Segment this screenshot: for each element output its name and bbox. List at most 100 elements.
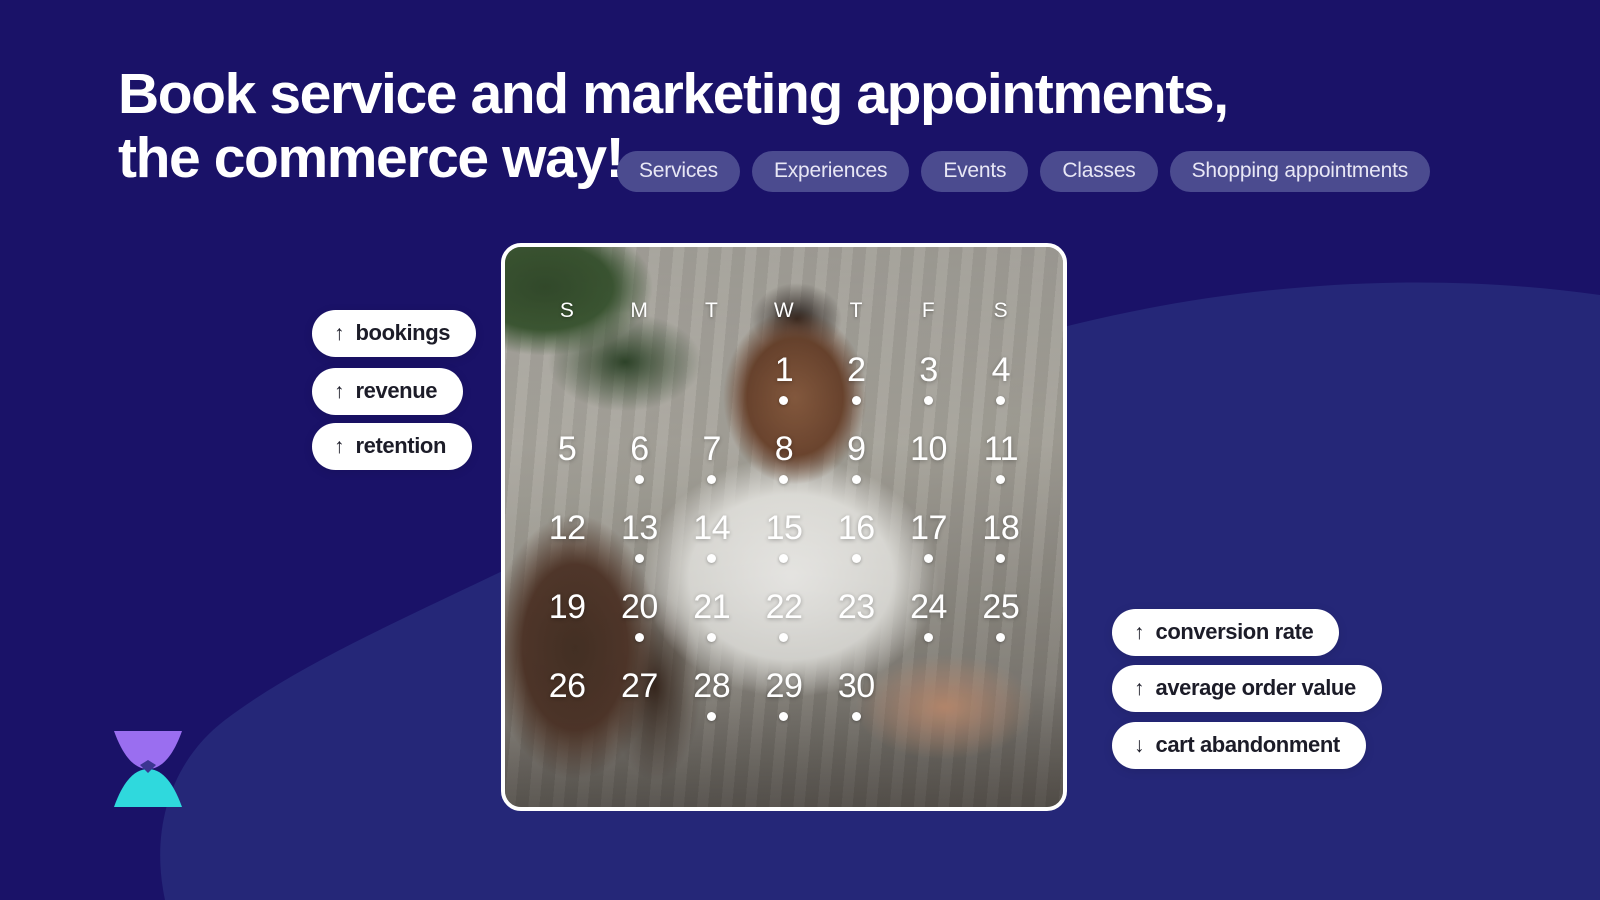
calendar-day-cell[interactable]: 13	[603, 489, 675, 568]
calendar-day-cell[interactable]: 20	[603, 568, 675, 647]
calendar-day-number: 12	[548, 509, 586, 547]
calendar-day-cell[interactable]: 27	[603, 647, 675, 726]
category-pill-experiences[interactable]: Experiences	[751, 151, 910, 192]
metric-label-conversion-rate: conversion rate	[1155, 619, 1314, 644]
calendar-event-dot	[707, 712, 717, 721]
promotional-hero-banner: Book service and marketing appointments,…	[0, 0, 1600, 900]
calendar-day-cell[interactable]: 23	[820, 568, 892, 647]
calendar-photo-card: S M T W T F S 1 2 3 4 5 6 7 8 9 10 11 12 13 14 15 16 17 18 19 20 21…	[501, 243, 1067, 811]
calendar-day-number: 4	[991, 351, 1011, 389]
calendar-day-cell[interactable]: 9	[820, 410, 892, 489]
calendar-day-cell[interactable]: 11	[965, 410, 1037, 489]
calendar-day-number: 6	[630, 430, 649, 468]
calendar-event-dot	[779, 475, 789, 484]
calendar-day-cell[interactable]: 30	[820, 647, 892, 726]
calendar-day-cell[interactable]: 12	[531, 489, 603, 568]
calendar-event-dot	[779, 396, 789, 405]
calendar-day-number: 17	[910, 509, 947, 547]
calendar-grid: S M T W T F S 1 2 3 4 5 6 7 8 9 10 11 12 13 14 15 16 17 18 19 20 21…	[531, 291, 1037, 726]
calendar-weekday-header: F	[921, 299, 936, 322]
category-pill-classes[interactable]: Classes	[1040, 151, 1158, 192]
calendar-day-number: 15	[765, 509, 803, 547]
calendar-day-cell[interactable]: 17	[892, 489, 964, 568]
metric-badge-cart-abandonment: ↓ cart abandonment	[1112, 722, 1366, 769]
calendar-day-cell[interactable]: 29	[748, 647, 820, 726]
calendar-day-number: 13	[621, 509, 658, 547]
hourglass-logo[interactable]	[110, 729, 186, 809]
calendar-day-cell[interactable]: 1	[748, 331, 820, 410]
calendar-event-dot	[779, 554, 789, 563]
calendar-event-dot	[996, 475, 1006, 484]
category-pill-services[interactable]: Services	[617, 151, 740, 192]
calendar-day-cell[interactable]: 7	[676, 410, 748, 489]
calendar-event-dot	[924, 633, 934, 642]
calendar-day-number: 26	[548, 667, 586, 705]
category-pill-shopping-appointments[interactable]: Shopping appointments	[1169, 151, 1431, 192]
metric-label-revenue: revenue	[355, 378, 438, 403]
calendar-event-dot	[634, 554, 644, 563]
calendar-day-cell[interactable]: 2	[820, 331, 892, 410]
calendar-day-cell[interactable]: 26	[531, 647, 603, 726]
calendar-weekday-header: S	[993, 299, 1009, 322]
calendar-weekday-header: S	[559, 299, 575, 322]
calendar-day-number: 23	[837, 588, 875, 626]
calendar-event-dot	[707, 633, 717, 642]
calendar-day-number: 27	[621, 667, 658, 705]
calendar-day-number: 10	[910, 430, 947, 468]
arrow-up-icon: ↑	[334, 434, 345, 458]
calendar-day-number: 25	[982, 588, 1020, 626]
calendar-event-dot	[851, 396, 861, 405]
calendar-day-number: 8	[774, 430, 794, 468]
metric-label-average-order-value: average order value	[1155, 675, 1357, 700]
calendar-weekday-header: T	[849, 299, 863, 322]
calendar-event-dot	[707, 475, 717, 484]
calendar-event-dot	[996, 396, 1006, 405]
calendar-day-number: 14	[693, 509, 731, 547]
calendar-weekday-header: W	[773, 299, 795, 322]
metric-badge-average-order-value: ↑ average order value	[1112, 665, 1382, 712]
headline-line-1: Book service and marketing appointments,	[118, 62, 1229, 126]
calendar-day-cell[interactable]: 24	[892, 568, 964, 647]
calendar-event-dot	[707, 554, 717, 563]
calendar-event-dot	[779, 633, 789, 642]
arrow-up-icon: ↑	[334, 379, 345, 403]
calendar-weekday-header: T	[705, 299, 719, 322]
calendar-day-cell[interactable]: 14	[676, 489, 748, 568]
calendar-day-cell[interactable]: 19	[531, 568, 603, 647]
category-pill-events[interactable]: Events	[921, 151, 1029, 192]
metric-badge-revenue: ↑ revenue	[312, 368, 464, 415]
calendar-event-dot	[924, 396, 934, 405]
metric-label-retention: retention	[355, 433, 447, 458]
metric-label-bookings: bookings	[355, 320, 451, 345]
calendar-event-dot	[634, 633, 644, 642]
calendar-day-number: 20	[621, 588, 658, 626]
calendar-day-cell[interactable]: 16	[820, 489, 892, 568]
calendar-day-cell[interactable]: 25	[965, 568, 1037, 647]
calendar-day-cell[interactable]: 10	[892, 410, 964, 489]
calendar-day-cell[interactable]: 5	[531, 410, 603, 489]
metric-badge-bookings: ↑ bookings	[312, 310, 477, 357]
calendar-event-dot	[851, 475, 861, 484]
calendar-day-cell[interactable]: 18	[965, 489, 1037, 568]
calendar-event-dot	[996, 554, 1006, 563]
calendar-day-number: 1	[774, 351, 794, 389]
calendar-event-dot	[924, 554, 934, 563]
calendar-day-number: 19	[548, 588, 586, 626]
calendar-day-cell[interactable]: 22	[748, 568, 820, 647]
calendar-day-cell[interactable]: 3	[892, 331, 964, 410]
calendar-day-number: 5	[557, 430, 577, 468]
calendar-day-number: 11	[983, 430, 1019, 468]
calendar-day-cell[interactable]: 4	[965, 331, 1037, 410]
calendar-day-cell[interactable]: 8	[748, 410, 820, 489]
calendar-weekday-header: M	[630, 299, 649, 322]
calendar-day-cell[interactable]: 28	[676, 647, 748, 726]
calendar-day-cell[interactable]: 15	[748, 489, 820, 568]
calendar-day-number: 21	[693, 588, 731, 626]
calendar-day-number: 24	[910, 588, 947, 626]
calendar-day-number: 22	[765, 588, 803, 626]
metric-badge-retention: ↑ retention	[312, 423, 473, 470]
calendar-day-cell[interactable]: 6	[603, 410, 675, 489]
calendar-event-dot	[779, 712, 789, 721]
calendar-day-cell[interactable]: 21	[676, 568, 748, 647]
arrow-up-icon: ↑	[334, 321, 345, 345]
